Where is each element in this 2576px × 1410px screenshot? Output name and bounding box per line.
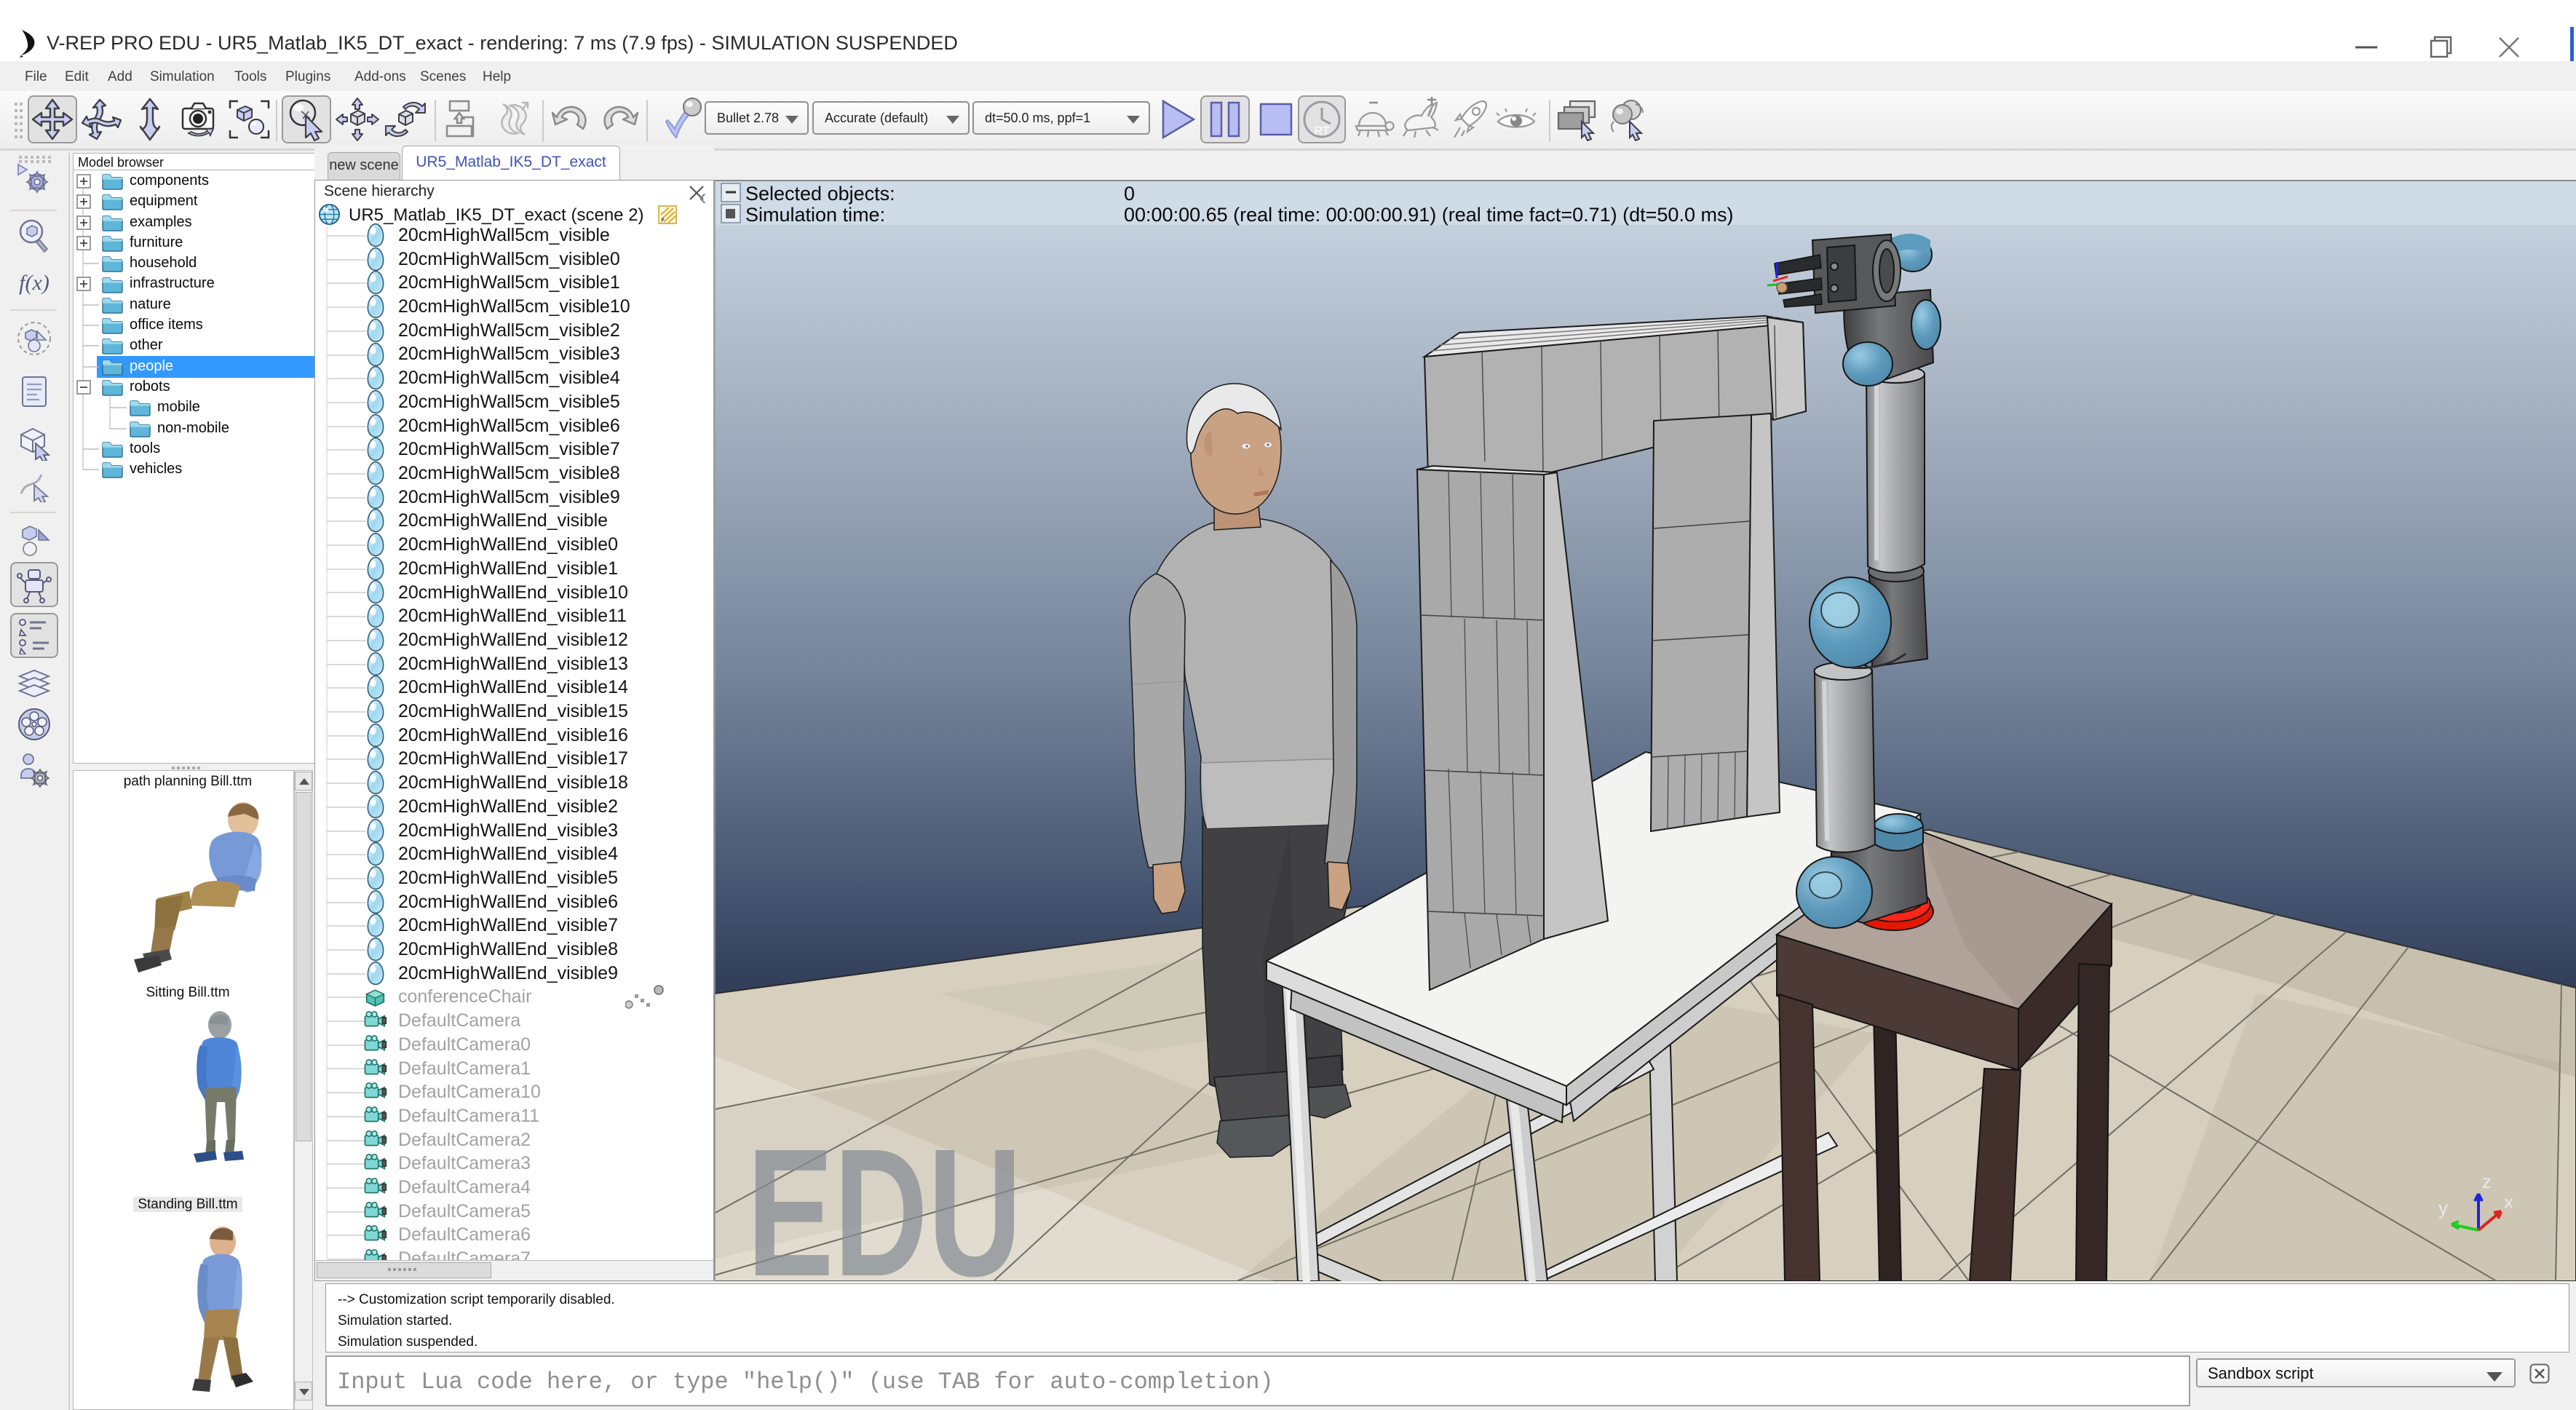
svg-text:x: x xyxy=(2504,1191,2513,1213)
svg-text:EDU: EDU xyxy=(747,1111,1022,1281)
svg-text:0: 0 xyxy=(1124,183,1135,205)
svg-text:f(x): f(x) xyxy=(19,271,49,295)
svg-text:RT: RT xyxy=(1314,125,1329,138)
svg-text:Selected objects:: Selected objects: xyxy=(745,183,895,205)
svg-text:z: z xyxy=(2482,1171,2492,1192)
svg-text:y: y xyxy=(2438,1197,2448,1219)
svg-text:Simulation time:: Simulation time: xyxy=(745,204,885,226)
svg-text:00:00:00.65 (real time: 00:00:: 00:00:00.65 (real time: 00:00:00.91) (re… xyxy=(1124,204,1733,226)
